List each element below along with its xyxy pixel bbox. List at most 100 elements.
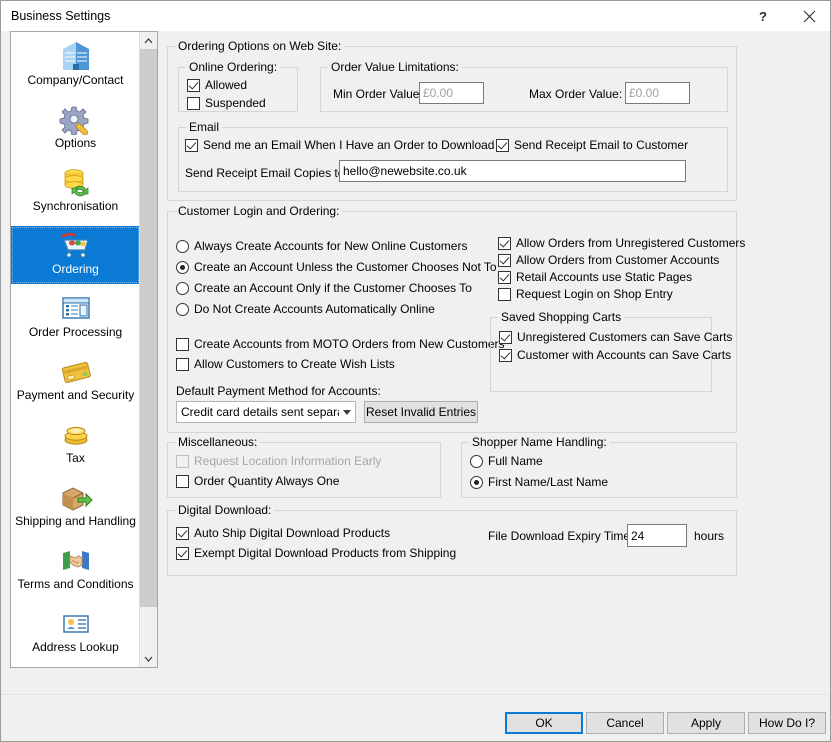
checkbox-label: Order Quantity Always One — [194, 474, 339, 488]
radio-create-only-if-chooses-to[interactable]: Create an Account Only if the Customer C… — [176, 281, 472, 295]
close-glyph — [803, 10, 816, 23]
radio-label: Create an Account Only if the Customer C… — [194, 281, 472, 295]
group-legend: Online Ordering: — [186, 60, 280, 74]
sidebar-item-options[interactable]: Options — [11, 100, 140, 158]
checkbox-auto-ship-digital-products[interactable]: Auto Ship Digital Download Products — [176, 526, 390, 540]
file-download-expiry-input[interactable]: 24 — [627, 524, 687, 547]
settings-category-sidebar[interactable]: Company/Contact Options — [10, 31, 158, 668]
radio-label: Full Name — [488, 454, 543, 468]
receipt-copies-text: hello@newebsite.co.uk — [343, 164, 467, 178]
checkbox-send-me-email-on-order[interactable]: Send me an Email When I Have an Order to… — [185, 138, 494, 152]
checkbox-suspended[interactable]: Suspended — [187, 96, 266, 110]
customer-login-and-ordering-group: Customer Login and Ordering: Always Crea… — [167, 211, 737, 433]
sidebar-item-list: Company/Contact Options — [11, 32, 140, 667]
checkbox-label: Allow Customers to Create Wish Lists — [194, 357, 395, 371]
sidebar-item-label: Payment and Security — [17, 388, 134, 403]
sidebar-item-company-contact[interactable]: Company/Contact — [11, 37, 140, 95]
checkbox-allowed[interactable]: Allowed — [187, 78, 247, 92]
group-legend: Miscellaneous: — [175, 435, 260, 449]
radio-label: Do Not Create Accounts Automatically Onl… — [194, 302, 435, 316]
button-label: OK — [535, 716, 552, 730]
miscellaneous-group: Miscellaneous: Request Location Informat… — [167, 442, 441, 498]
radio-circle — [176, 303, 189, 316]
max-order-value-input[interactable]: £0.00 — [625, 82, 690, 104]
sidebar-item-label: Ordering — [52, 262, 99, 277]
receipt-copies-input[interactable]: hello@newebsite.co.uk — [339, 160, 686, 182]
checkbox-request-login-shop-entry[interactable]: Request Login on Shop Entry — [498, 287, 673, 301]
sidebar-item-tax[interactable]: Tax — [11, 415, 140, 473]
default-payment-method-dropdown[interactable]: Credit card details sent separate — [176, 401, 356, 423]
credit-card-icon — [59, 354, 93, 388]
receipt-copies-label: Send Receipt Email Copies to: — [185, 166, 348, 180]
radio-full-name[interactable]: Full Name — [470, 454, 543, 468]
checkbox-allow-wish-lists[interactable]: Allow Customers to Create Wish Lists — [176, 357, 395, 371]
sidebar-scrollbar[interactable] — [139, 32, 157, 667]
checkbox-box — [498, 288, 511, 301]
checkbox-unregistered-can-save-carts[interactable]: Unregistered Customers can Save Carts — [499, 330, 732, 344]
checkbox-allow-orders-unregistered[interactable]: Allow Orders from Unregistered Customers — [498, 236, 745, 250]
close-icon[interactable] — [786, 2, 831, 31]
checkbox-create-accounts-from-moto[interactable]: Create Accounts from MOTO Orders from Ne… — [176, 337, 505, 351]
footer-separator — [1, 694, 831, 695]
help-glyph: ? — [759, 9, 767, 24]
max-order-value-label: Max Order Value: — [529, 87, 622, 101]
radio-circle — [470, 476, 483, 489]
checkbox-send-receipt-email-to-customer[interactable]: Send Receipt Email to Customer — [496, 138, 688, 152]
file-download-expiry-text: 24 — [631, 529, 644, 543]
checkbox-exempt-digital-from-shipping[interactable]: Exempt Digital Download Products from Sh… — [176, 546, 456, 560]
radio-circle — [176, 261, 189, 274]
min-order-value-text: £0.00 — [423, 86, 453, 100]
sidebar-item-order-processing[interactable]: Order Processing — [11, 289, 140, 347]
ordering-options-group: Ordering Options on Web Site: Online Ord… — [167, 46, 737, 201]
checkbox-box — [496, 139, 509, 152]
sidebar-item-shipping-and-handling[interactable]: Shipping and Handling — [11, 478, 140, 536]
ok-button[interactable]: OK — [505, 712, 583, 734]
email-group: Email Send me an Email When I Have an Or… — [178, 127, 728, 192]
radio-label: Always Create Accounts for New Online Cu… — [194, 239, 467, 253]
checkbox-allow-orders-customer-accounts[interactable]: Allow Orders from Customer Accounts — [498, 253, 719, 267]
group-legend: Order Value Limitations: — [328, 60, 462, 74]
digital-download-group: Digital Download: Auto Ship Digital Down… — [167, 510, 737, 576]
help-icon[interactable]: ? — [740, 2, 786, 31]
checkbox-label: Auto Ship Digital Download Products — [194, 526, 390, 540]
scroll-down-arrow-icon[interactable] — [140, 650, 157, 667]
window-title: Business Settings — [11, 9, 110, 23]
checkbox-box — [176, 455, 189, 468]
sidebar-scrollbar-thumb[interactable] — [140, 49, 157, 607]
checkbox-label: Create Accounts from MOTO Orders from Ne… — [194, 337, 505, 351]
apply-button[interactable]: Apply — [667, 712, 745, 734]
sidebar-item-terms-and-conditions[interactable]: Terms and Conditions — [11, 541, 140, 599]
checkbox-label: Retail Accounts use Static Pages — [516, 270, 692, 284]
cancel-button[interactable]: Cancel — [586, 712, 664, 734]
sidebar-item-label: Synchronisation — [33, 199, 118, 214]
radio-first-last-name[interactable]: First Name/Last Name — [470, 475, 608, 489]
button-label: Cancel — [606, 716, 643, 730]
online-ordering-group: Online Ordering: Allowed Suspended — [178, 67, 298, 112]
sidebar-item-synchronisation[interactable]: Synchronisation — [11, 163, 140, 221]
radio-do-not-create-accounts[interactable]: Do Not Create Accounts Automatically Onl… — [176, 302, 435, 316]
reset-invalid-entries-button[interactable]: Reset Invalid Entries — [364, 401, 478, 423]
group-legend: Saved Shopping Carts — [498, 310, 624, 324]
sidebar-item-payment-and-security[interactable]: Payment and Security — [11, 352, 140, 410]
radio-circle — [470, 455, 483, 468]
sidebar-item-label: Order Processing — [29, 325, 122, 340]
how-do-i-button[interactable]: How Do I? — [748, 712, 826, 734]
min-order-value-input[interactable]: £0.00 — [419, 82, 484, 104]
checkbox-label: Unregistered Customers can Save Carts — [517, 330, 732, 344]
checkbox-label: Request Location Information Early — [194, 454, 381, 468]
checkbox-box — [499, 331, 512, 344]
sidebar-item-label: Tax — [66, 451, 85, 466]
group-legend: Ordering Options on Web Site: — [175, 39, 344, 53]
radio-create-unless-chooses-not-to[interactable]: Create an Account Unless the Customer Ch… — [176, 260, 497, 274]
checkbox-order-quantity-always-one[interactable]: Order Quantity Always One — [176, 474, 339, 488]
scroll-up-arrow-icon[interactable] — [140, 32, 157, 49]
button-label: How Do I? — [759, 716, 815, 730]
sidebar-item-ordering[interactable]: Ordering — [11, 226, 140, 284]
sidebar-item-address-lookup[interactable]: Address Lookup — [11, 604, 140, 662]
checkbox-box — [498, 237, 511, 250]
group-legend: Shopper Name Handling: — [469, 435, 610, 449]
radio-always-create-accounts[interactable]: Always Create Accounts for New Online Cu… — [176, 239, 467, 253]
checkbox-retail-accounts-static-pages[interactable]: Retail Accounts use Static Pages — [498, 270, 692, 284]
gear-wrench-icon — [59, 102, 93, 136]
checkbox-accounts-can-save-carts[interactable]: Customer with Accounts can Save Carts — [499, 348, 731, 362]
